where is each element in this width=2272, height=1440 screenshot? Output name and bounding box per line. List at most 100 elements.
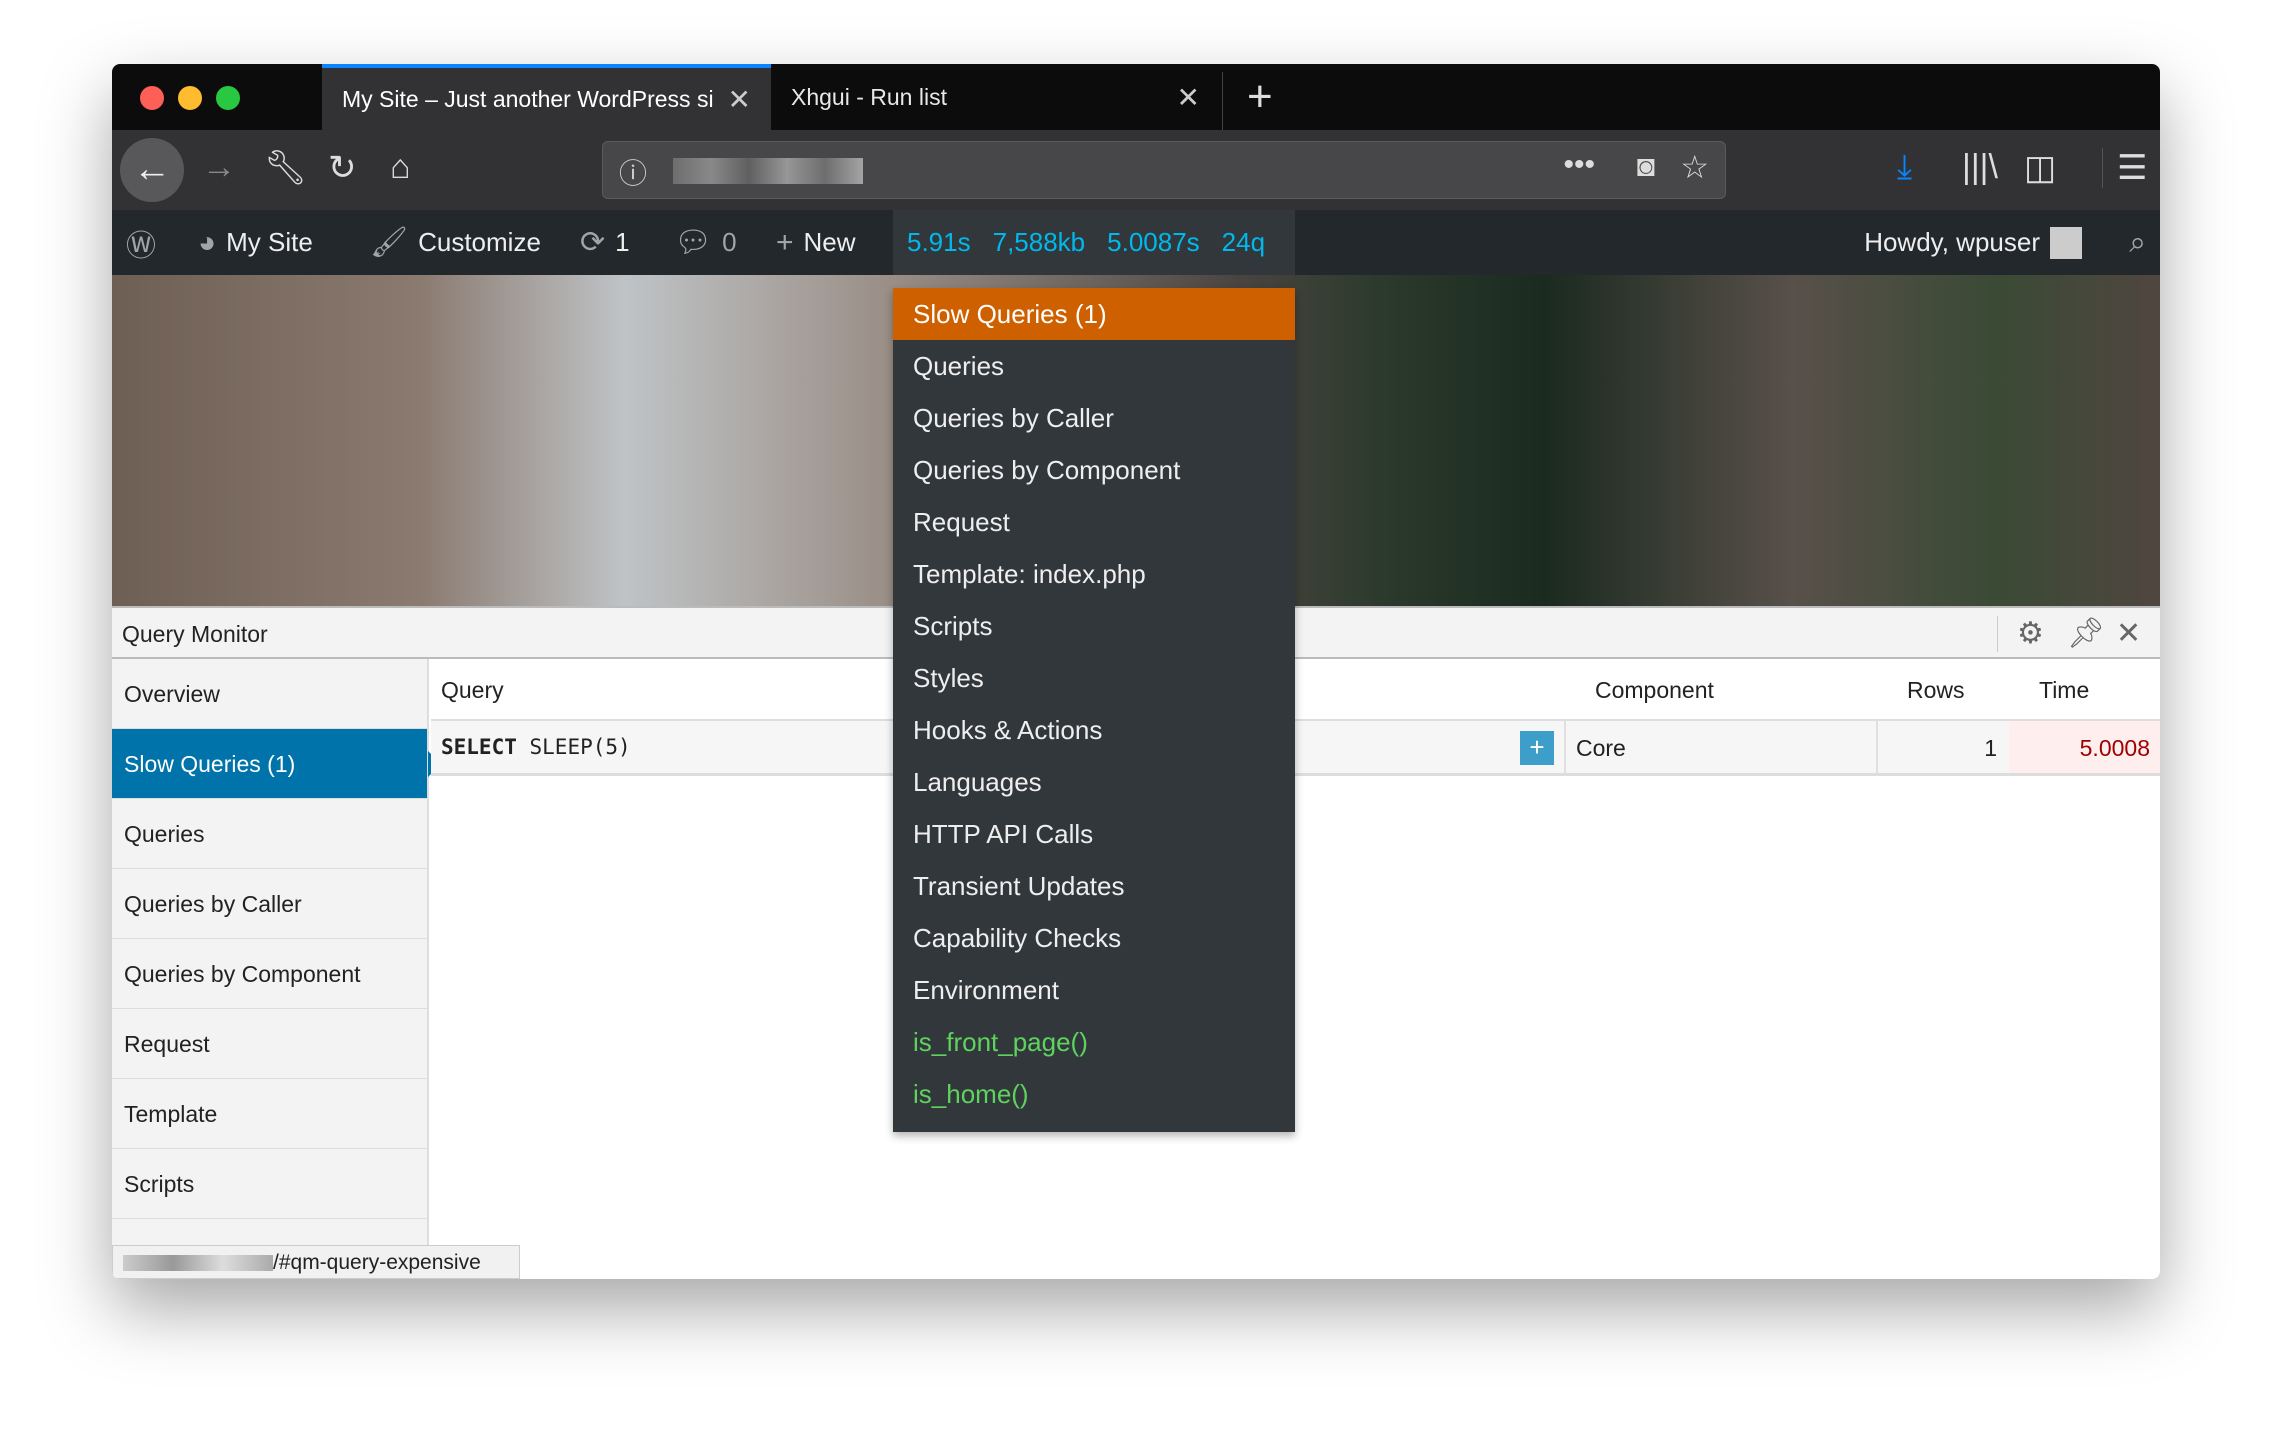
sidebar-item-queries-by-component[interactable]: Queries by Component: [112, 939, 427, 1009]
blurred-url: [673, 158, 863, 184]
query-cell: SELECT SLEEP(5): [441, 721, 631, 773]
menu-item-languages[interactable]: Languages: [893, 756, 1295, 808]
col-time[interactable]: Time: [2039, 659, 2089, 719]
updates-link[interactable]: ⟳ 1: [580, 210, 630, 275]
howdy-label: Howdy, wpuser: [1864, 227, 2040, 257]
customize-link[interactable]: 🖌︎ Customize: [370, 210, 541, 275]
qm-title: Query Monitor: [122, 621, 268, 647]
wrench-icon[interactable]: 🔧︎: [264, 148, 307, 188]
avatar: [2050, 226, 2082, 259]
library-icon[interactable]: |||\: [1962, 148, 1998, 187]
sidebar-item-slow-queries[interactable]: Slow Queries (1): [112, 729, 441, 799]
wordpress-icon: Ⓦ: [126, 229, 156, 263]
reload-icon[interactable]: ↻: [328, 148, 357, 188]
new-content-link[interactable]: + New: [776, 210, 856, 275]
qm-dropdown-menu: Slow Queries (1) Queries Queries by Call…: [893, 288, 1295, 1132]
more-icon[interactable]: •••: [1563, 148, 1595, 182]
close-icon[interactable]: ✕: [1177, 81, 1200, 114]
comments-link[interactable]: 💬︎ 0: [674, 210, 737, 275]
browser-window: My Site – Just another WordPress si ✕ Xh…: [112, 64, 2160, 1279]
qm-db-time: 5.0087s: [1107, 227, 1200, 257]
star-icon[interactable]: ☆: [1680, 148, 1709, 186]
comment-icon: 💬︎: [674, 226, 713, 259]
qm-memory: 7,588kb: [992, 227, 1086, 257]
pin-icon[interactable]: 📌︎: [2067, 616, 2105, 651]
forward-icon[interactable]: →: [202, 148, 236, 187]
menu-item-slow-queries[interactable]: Slow Queries (1): [893, 288, 1295, 340]
close-icon[interactable]: ✕: [728, 83, 751, 116]
status-url-text: /#qm-query-expensive: [273, 1251, 481, 1274]
plus-icon: +: [776, 225, 794, 259]
menu-icon[interactable]: ☰: [2102, 148, 2147, 188]
tab-xhgui[interactable]: Xhgui - Run list ✕: [771, 64, 1220, 130]
updates-icon: ⟳: [580, 226, 606, 259]
my-site-label: My Site: [226, 227, 313, 257]
menu-item-http-api[interactable]: HTTP API Calls: [893, 808, 1295, 860]
menu-item-capabilities[interactable]: Capability Checks: [893, 912, 1295, 964]
query-monitor-stats[interactable]: 5.91s 7,588kb 5.0087s 24q: [893, 210, 1295, 275]
new-label: New: [803, 227, 856, 257]
rows-cell: 1: [1876, 721, 2009, 773]
col-component[interactable]: Component: [1595, 659, 1714, 719]
menu-item-scripts[interactable]: Scripts: [893, 600, 1295, 652]
home-icon[interactable]: ⌂: [390, 148, 411, 187]
minimize-window-button[interactable]: [178, 86, 202, 110]
table-row: SELECT SLEEP(5) + Core 1 5.0008: [431, 719, 2160, 776]
download-icon[interactable]: ⤓: [1897, 148, 1912, 187]
my-account-link[interactable]: Howdy, wpuser: [1864, 210, 2082, 275]
menu-item-transients[interactable]: Transient Updates: [893, 860, 1295, 912]
info-icon[interactable]: ⓘ: [619, 152, 647, 192]
qm-page-time: 5.91s: [907, 227, 971, 257]
menu-item-styles[interactable]: Styles: [893, 652, 1295, 704]
brush-icon: 🖌︎: [370, 226, 409, 259]
sidebar-item-request[interactable]: Request: [112, 1009, 427, 1079]
menu-item-hooks[interactable]: Hooks & Actions: [893, 704, 1295, 756]
comments-count: 0: [722, 227, 737, 257]
menu-item-queries-by-caller[interactable]: Queries by Caller: [893, 392, 1295, 444]
back-icon[interactable]: ←: [120, 138, 184, 202]
tab-my-site[interactable]: My Site – Just another WordPress si ✕: [322, 64, 771, 130]
close-window-button[interactable]: [140, 86, 164, 110]
qm-sidebar: Overview Slow Queries (1) Queries Querie…: [112, 659, 441, 1279]
updates-count: 1: [615, 227, 630, 257]
tab-label: My Site – Just another WordPress si: [342, 85, 714, 112]
status-bar-url: /#qm-query-expensive: [112, 1245, 520, 1279]
sidebar-item-scripts[interactable]: Scripts: [112, 1149, 427, 1219]
sidebar-item-queries-by-caller[interactable]: Queries by Caller: [112, 869, 427, 939]
url-bar[interactable]: ⓘ ••• ◙ ☆: [602, 141, 1726, 199]
wp-logo-button[interactable]: Ⓦ: [126, 210, 156, 275]
qm-query-count: 24q: [1221, 227, 1266, 257]
menu-item-request[interactable]: Request: [893, 496, 1295, 548]
col-rows[interactable]: Rows: [1907, 659, 1965, 719]
menu-item-queries[interactable]: Queries: [893, 340, 1295, 392]
menu-item-template[interactable]: Template: index.php: [893, 548, 1295, 600]
dashboard-icon: ◕: [198, 225, 217, 259]
sidebar-icon[interactable]: ◫: [2024, 148, 2056, 188]
time-cell: 5.0008: [2009, 721, 2160, 773]
search-button[interactable]: ⌕: [2129, 210, 2146, 275]
customize-label: Customize: [418, 227, 541, 257]
close-icon[interactable]: ✕: [2116, 616, 2141, 651]
component-cell: Core: [1564, 721, 1876, 773]
menu-item-environment[interactable]: Environment: [893, 964, 1295, 1016]
sidebar-item-overview[interactable]: Overview: [112, 659, 427, 729]
menu-item-queries-by-component[interactable]: Queries by Component: [893, 444, 1295, 496]
wp-admin-bar: Ⓦ ◕ My Site 🖌︎ Customize ⟳ 1 💬︎ 0 + New 5.91s…: [112, 210, 2160, 275]
query-keyword: SELECT: [441, 735, 517, 759]
gear-icon[interactable]: ⚙: [2017, 616, 2044, 651]
zoom-window-button[interactable]: [216, 86, 240, 110]
query-text: SLEEP(5): [529, 735, 631, 759]
tab-bar: My Site – Just another WordPress si ✕ Xh…: [112, 64, 2160, 130]
expand-button[interactable]: +: [1520, 731, 1554, 765]
search-icon: ⌕: [2129, 225, 2146, 259]
sidebar-item-template[interactable]: Template: [112, 1079, 427, 1149]
menu-item-is-home[interactable]: is_home(): [893, 1068, 1295, 1120]
nav-toolbar: ← → 🔧︎ ↻ ⌂ ⓘ ••• ◙ ☆ ⤓ |||\ ◫ ☰: [112, 130, 2160, 210]
tab-label: Xhgui - Run list: [791, 83, 947, 110]
menu-item-is-front-page[interactable]: is_front_page(): [893, 1016, 1295, 1068]
pocket-icon[interactable]: ◙: [1637, 150, 1655, 184]
my-site-link[interactable]: ◕ My Site: [198, 210, 313, 275]
new-tab-button[interactable]: +: [1222, 72, 1273, 130]
col-query[interactable]: Query: [441, 659, 504, 719]
sidebar-item-queries[interactable]: Queries: [112, 799, 427, 869]
